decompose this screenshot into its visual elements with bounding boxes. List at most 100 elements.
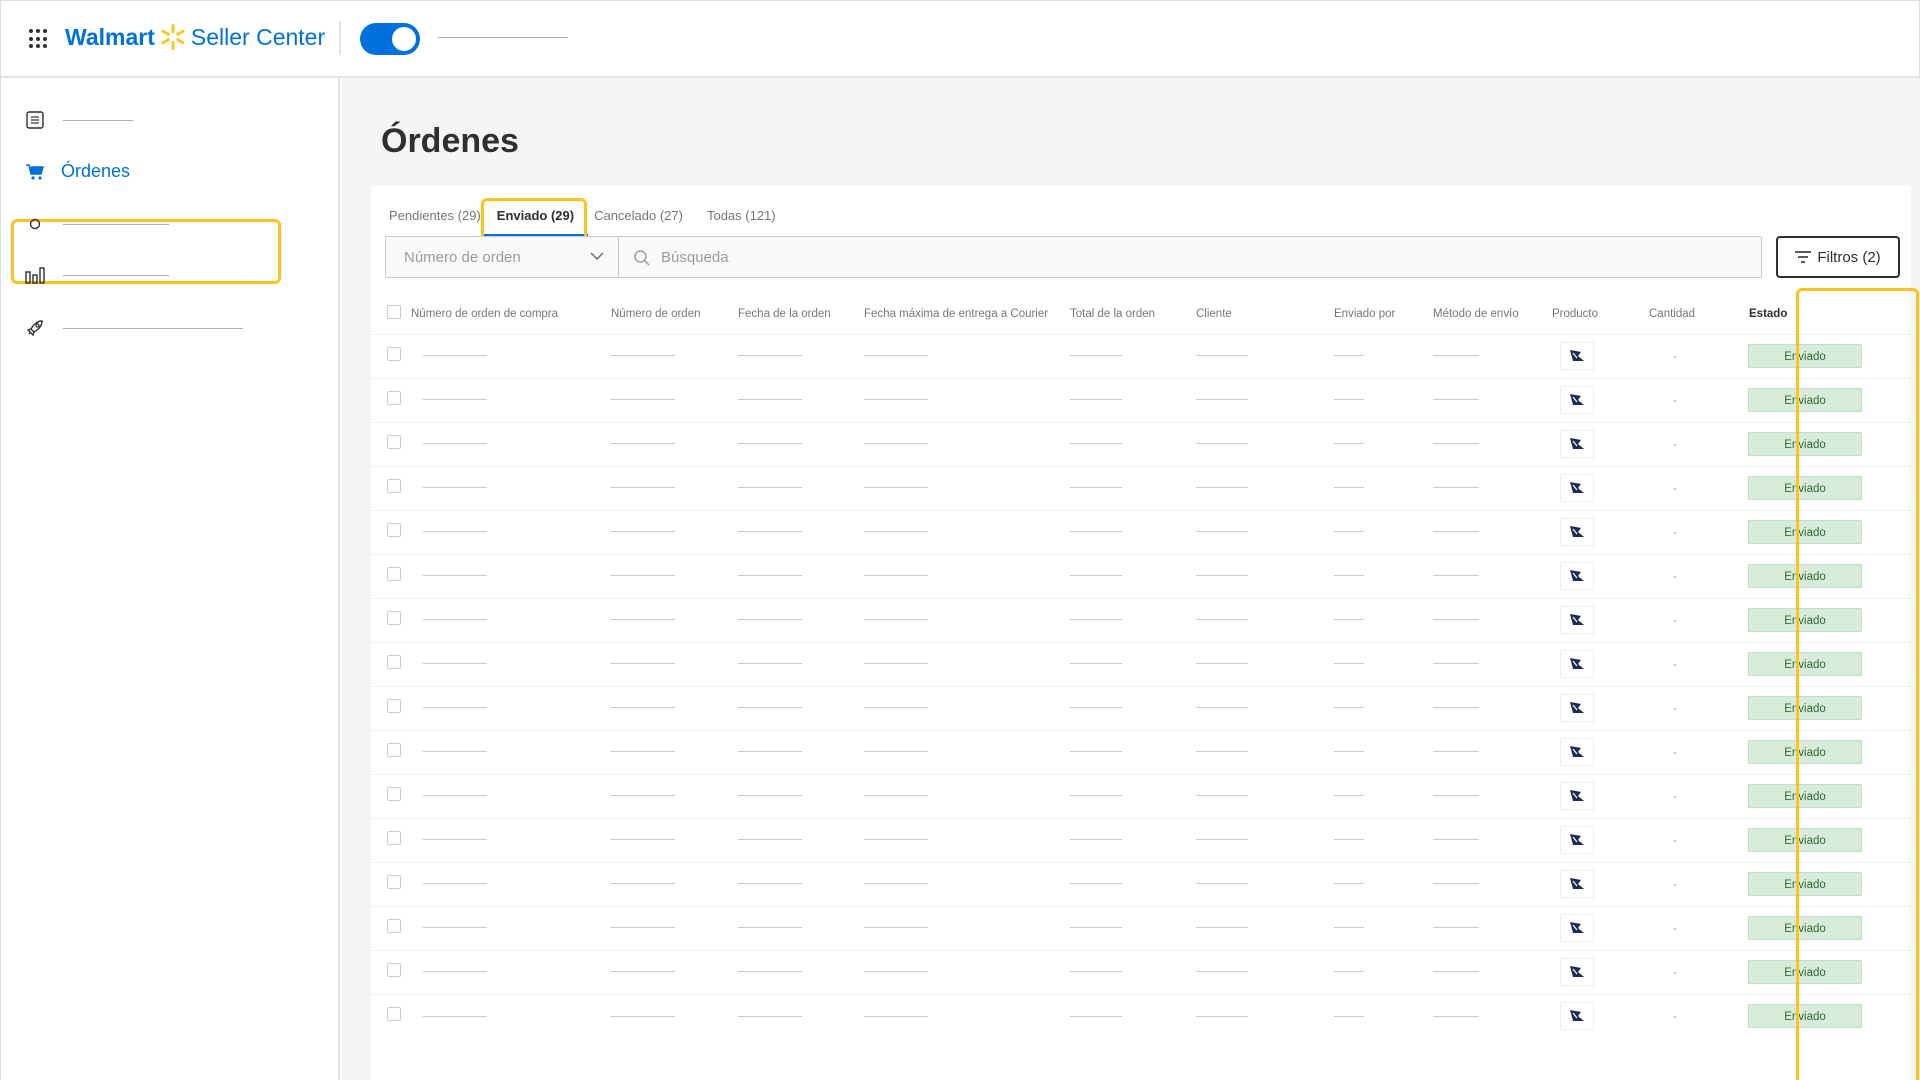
sidebar-item-5[interactable] (25, 318, 243, 338)
mode-toggle[interactable] (360, 23, 420, 55)
column-header[interactable]: Número de orden de compra (411, 294, 611, 334)
column-header[interactable]: Estado (1736, 294, 1911, 334)
row-checkbox[interactable] (387, 522, 401, 537)
brand-logo[interactable]: Walmart Seller Center (65, 23, 325, 51)
row-checkbox[interactable] (387, 610, 401, 625)
tab-pendientes[interactable]: Pendientes (29) (389, 196, 481, 236)
row-checkbox[interactable] (387, 962, 401, 977)
cell-placeholder (1070, 421, 1196, 466)
cell-placeholder-line (1334, 487, 1364, 489)
select-all-checkbox[interactable] (387, 305, 401, 320)
product-thumbnail[interactable] (1560, 782, 1594, 810)
status-cell: Enviado (1736, 817, 1911, 862)
tab-todas[interactable]: Todas (121) (707, 196, 776, 236)
column-header[interactable]: Método de envío (1433, 294, 1552, 334)
status-cell: Enviado (1736, 377, 1911, 422)
product-thumbnail[interactable] (1560, 694, 1594, 722)
cell-placeholder (864, 817, 1070, 862)
search-input[interactable]: Búsqueda (618, 236, 1762, 278)
cell-placeholder-line (1433, 487, 1479, 489)
product-thumbnail[interactable] (1560, 474, 1594, 502)
product-thumbnail[interactable] (1560, 518, 1594, 546)
row-checkbox[interactable] (387, 654, 401, 669)
sidebar-item-4[interactable] (25, 265, 169, 285)
cell-placeholder (864, 597, 1070, 642)
product-thumbnail[interactable] (1560, 562, 1594, 590)
column-header[interactable]: Cantidad (1649, 294, 1736, 334)
table-row[interactable]: - Enviado (371, 377, 1911, 422)
row-checkbox[interactable] (387, 742, 401, 757)
column-header[interactable]: Fecha máxima de entrega a Courier (864, 294, 1070, 334)
table-row[interactable]: - Enviado (371, 333, 1911, 378)
cell-placeholder-line (864, 927, 928, 929)
filters-button[interactable]: Filtros (2) (1776, 236, 1900, 278)
table-row[interactable]: - Enviado (371, 597, 1911, 642)
table-row[interactable]: - Enviado (371, 861, 1911, 906)
product-thumbnail[interactable] (1560, 826, 1594, 854)
cell-placeholder-line (1334, 1015, 1364, 1017)
product-thumbnail[interactable] (1560, 870, 1594, 898)
table-row[interactable]: - Enviado (371, 993, 1911, 1038)
order-tabs: Pendientes (29) Enviado (29) Cancelado (… (389, 196, 800, 236)
header-divider (339, 21, 341, 55)
cell-placeholder (1334, 465, 1433, 510)
column-header[interactable]: Número de orden (611, 294, 738, 334)
column-header[interactable]: Cliente (1196, 294, 1334, 334)
row-checkbox[interactable] (387, 786, 401, 801)
cell-placeholder-line (738, 707, 802, 709)
tab-cancelado[interactable]: Cancelado (27) (594, 196, 683, 236)
row-checkbox[interactable] (387, 346, 401, 361)
table-row[interactable]: - Enviado (371, 509, 1911, 554)
product-thumbnail[interactable] (1560, 738, 1594, 766)
quantity-cell: - (1649, 597, 1736, 642)
cell-placeholder (1334, 333, 1433, 378)
table-row[interactable]: - Enviado (371, 729, 1911, 774)
sidebar-item-1[interactable] (25, 110, 133, 130)
cell-placeholder-line (1070, 751, 1122, 753)
status-badge: Enviado (1748, 696, 1862, 720)
row-checkbox[interactable] (387, 478, 401, 493)
app-grid-icon[interactable] (29, 29, 49, 49)
row-checkbox[interactable] (387, 698, 401, 713)
column-header[interactable]: Enviado por (1334, 294, 1433, 334)
table-row[interactable]: - Enviado (371, 421, 1911, 466)
table-row[interactable]: - Enviado (371, 949, 1911, 994)
product-thumbnail[interactable] (1560, 914, 1594, 942)
product-thumbnail[interactable] (1560, 342, 1594, 370)
row-checkbox[interactable] (387, 434, 401, 449)
row-checkbox[interactable] (387, 830, 401, 845)
sidebar-item-ordenes[interactable]: Órdenes (25, 161, 130, 182)
table-row[interactable]: - Enviado (371, 553, 1911, 598)
column-header[interactable]: Fecha de la orden (738, 294, 864, 334)
table-row[interactable]: - Enviado (371, 817, 1911, 862)
row-checkbox[interactable] (387, 390, 401, 405)
table-row[interactable]: - Enviado (371, 905, 1911, 950)
product-thumbnail[interactable] (1560, 650, 1594, 678)
cell-placeholder-line (1334, 927, 1364, 929)
product-thumbnail[interactable] (1560, 958, 1594, 986)
table-row[interactable]: - Enviado (371, 641, 1911, 686)
sidebar-item-3[interactable] (25, 214, 169, 234)
row-checkbox[interactable] (387, 874, 401, 889)
cell-placeholder-line (611, 487, 675, 489)
product-thumbnail[interactable] (1560, 430, 1594, 458)
column-header[interactable]: Total de la orden (1070, 294, 1196, 334)
table-row[interactable]: - Enviado (371, 685, 1911, 730)
table-row[interactable]: - Enviado (371, 773, 1911, 818)
row-checkbox[interactable] (387, 566, 401, 581)
product-thumbnail[interactable] (1560, 386, 1594, 414)
cell-placeholder (1196, 377, 1334, 422)
product-thumbnail[interactable] (1560, 606, 1594, 634)
quantity-cell: - (1649, 641, 1736, 686)
cell-placeholder-line (738, 355, 802, 357)
column-header[interactable]: Producto (1552, 294, 1649, 334)
product-thumbnail[interactable] (1560, 1002, 1594, 1031)
row-checkbox[interactable] (387, 918, 401, 933)
cell-placeholder-line (1196, 1015, 1248, 1017)
cell-placeholder-line (611, 795, 675, 797)
cell-placeholder-line (1334, 575, 1364, 577)
row-checkbox[interactable] (387, 1006, 401, 1021)
search-type-select[interactable]: Número de orden (385, 236, 619, 278)
quantity-cell: - (1649, 465, 1736, 510)
table-row[interactable]: - Enviado (371, 465, 1911, 510)
